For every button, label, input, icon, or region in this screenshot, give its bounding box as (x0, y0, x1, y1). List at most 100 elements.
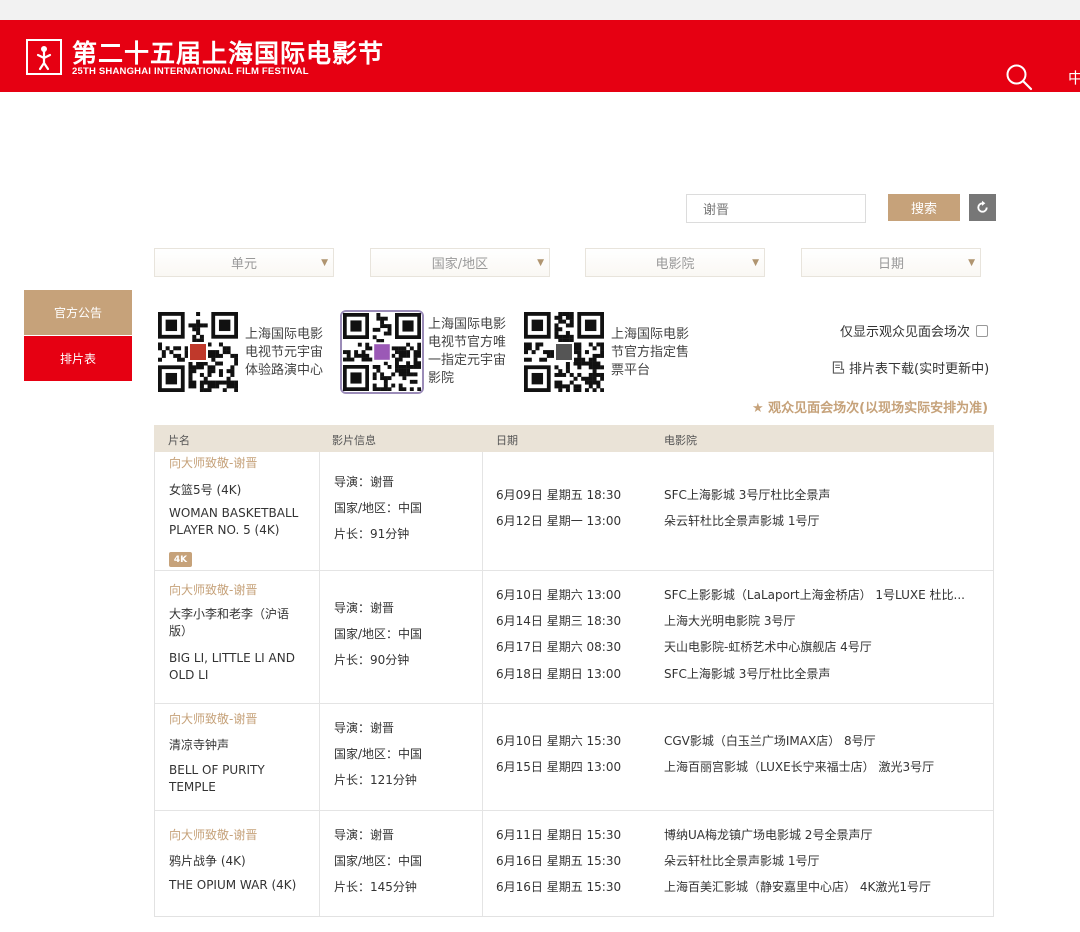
search-input[interactable] (686, 194, 866, 223)
qr-caption-line: 影院 (428, 371, 455, 386)
film-country: 国家/地区：中国 (334, 747, 423, 761)
film-title-en[interactable]: THE OPIUM WAR (4K) (169, 877, 296, 894)
film-director: 导演：谢晋 (334, 475, 395, 489)
qr-code-metaverse-center (158, 312, 238, 392)
filter-cinema[interactable]: 电影院 ▼ (585, 248, 765, 277)
film-title-cn-line: 版） (169, 624, 194, 638)
column-divider (482, 452, 483, 916)
format-badge: 4K (169, 552, 192, 567)
film-title-en-line: TEMPLE (169, 780, 216, 794)
film-country: 国家/地区：中国 (334, 627, 423, 641)
header-search-icon[interactable] (1004, 62, 1034, 92)
site-header: 第二十五届上海国际电影节 25TH SHANGHAI INTERNATIONAL… (0, 20, 1080, 92)
screening-date[interactable]: 6月16日 星期五 15:30 (496, 878, 621, 895)
top-strip (0, 0, 1080, 20)
screening-cinema[interactable]: 上海百美汇影城（静安嘉里中心店） 4K激光1号厅 (664, 878, 931, 895)
film-length: 片长：121分钟 (334, 773, 417, 787)
film-title-en[interactable]: BIG LI, LITTLE LI AND OLD LI (169, 650, 295, 684)
screening-cinema[interactable]: 天山电影院-虹桥艺术中心旗舰店 4号厅 (664, 638, 872, 655)
film-title-en-line: BELL OF PURITY (169, 763, 265, 777)
search-button[interactable]: 搜索 (888, 194, 960, 221)
brand-title-en[interactable]: 25TH SHANGHAI INTERNATIONAL FILM FESTIVA… (72, 66, 309, 77)
film-title-cn[interactable]: 女篮5号 (4K) (169, 481, 241, 498)
screening-date[interactable]: 6月18日 星期日 13:00 (496, 665, 621, 682)
screening-date[interactable]: 6月09日 星期五 18:30 (496, 486, 621, 503)
section-tag[interactable]: 向大师致敬-谢晋 (169, 826, 257, 843)
film-title-en[interactable]: BELL OF PURITY TEMPLE (169, 762, 265, 796)
screening-cinema[interactable]: SFC上影影城（LaLaport上海金桥店） 1号LUXE 杜比... (664, 586, 965, 603)
chevron-down-icon: ▼ (321, 258, 328, 268)
film-title-cn-line: 大李小李和老李（沪语 (169, 607, 290, 621)
qr-caption-line: 节官方指定售 (611, 345, 690, 360)
meet-only-toggle[interactable]: 仅显示观众见面会场次 (840, 321, 989, 340)
film-title-cn[interactable]: 鸦片战争 (4K) (169, 852, 246, 869)
screening-cinema[interactable]: SFC上海影城 3号厅杜比全景声 (664, 486, 830, 503)
film-country: 国家/地区：中国 (334, 854, 423, 868)
row-divider (155, 703, 993, 704)
qr-caption-line: 上海国际电影 (245, 327, 324, 342)
screening-date[interactable]: 6月12日 星期一 13:00 (496, 512, 621, 529)
film-director: 导演：谢晋 (334, 721, 395, 735)
qr-code-metaverse-cinema (343, 313, 421, 391)
screening-date[interactable]: 6月14日 星期三 18:30 (496, 612, 621, 629)
film-title-en-line: BIG LI, LITTLE LI AND (169, 651, 295, 665)
schedule-download-link[interactable]: 排片表下载(实时更新中) (832, 358, 989, 377)
refresh-icon (977, 200, 988, 213)
filter-country[interactable]: 国家/地区 ▼ (370, 248, 550, 277)
screening-date[interactable]: 6月11日 星期日 15:30 (496, 826, 621, 843)
meet-session-note: ★ 观众见面会场次(以现场实际安排为准) (752, 401, 989, 416)
qr-caption-3: 上海国际电影 节官方指定售 票平台 (611, 326, 689, 380)
section-tag[interactable]: 向大师致敬-谢晋 (169, 454, 257, 471)
film-director: 导演：谢晋 (334, 828, 395, 842)
screening-date[interactable]: 6月10日 星期六 15:30 (496, 732, 621, 749)
meet-only-checkbox[interactable] (976, 324, 989, 337)
filter-country-label: 国家/地区 (431, 257, 489, 272)
film-title-cn[interactable]: 清凉寺钟声 (169, 736, 229, 753)
screening-date[interactable]: 6月17日 星期六 08:30 (496, 638, 621, 655)
screening-cinema[interactable]: 上海大光明电影院 3号厅 (664, 612, 795, 629)
qr-caption-line: 上海国际电影 (611, 327, 690, 342)
filter-date[interactable]: 日期 ▼ (801, 248, 981, 277)
schedule-download-label: 排片表下载(实时更新中) (849, 362, 990, 377)
qr-caption-1: 上海国际电影 电视节元宇宙 体验路演中心 (245, 326, 323, 380)
meet-only-label: 仅显示观众见面会场次 (840, 325, 971, 340)
film-country: 国家/地区：中国 (334, 501, 423, 515)
screening-date[interactable]: 6月16日 星期五 15:30 (496, 852, 621, 869)
chevron-down-icon: ▼ (752, 258, 759, 268)
filter-unit[interactable]: 单元 ▼ (154, 248, 334, 277)
screening-date[interactable]: 6月15日 星期四 13:00 (496, 758, 621, 775)
screening-cinema[interactable]: 朵云轩杜比全景声影城 1号厅 (664, 512, 819, 529)
column-divider (319, 452, 320, 916)
film-title-en[interactable]: WOMAN BASKETBALL PLAYER NO. 5 (4K) (169, 505, 298, 539)
section-tag[interactable]: 向大师致敬-谢晋 (169, 710, 257, 727)
sidebar-item-notice[interactable]: 官方公告 (24, 290, 132, 335)
th-title: 片名 (168, 434, 190, 447)
qr-caption-2: 上海国际电影 电视节官方唯 一指定元宇宙 影院 (428, 316, 506, 388)
sidebar-item-schedule[interactable]: 排片表 (24, 336, 132, 381)
refresh-button[interactable] (969, 194, 996, 221)
screening-cinema[interactable]: SFC上海影城 3号厅杜比全景声 (664, 665, 830, 682)
film-title-en-line: PLAYER NO. 5 (4K) (169, 523, 280, 537)
film-director: 导演：谢晋 (334, 601, 395, 615)
film-length: 片长：90分钟 (334, 653, 410, 667)
film-title-cn[interactable]: 大李小李和老李（沪语 版） (169, 606, 289, 640)
chevron-down-icon: ▼ (537, 258, 544, 268)
screening-cinema[interactable]: CGV影城（白玉兰广场IMAX店） 8号厅 (664, 732, 876, 749)
language-switch[interactable]: 中 (1068, 67, 1080, 88)
qr-caption-line: 体验路演中心 (245, 363, 324, 378)
section-tag[interactable]: 向大师致敬-谢晋 (169, 581, 257, 598)
table-header: 片名 影片信息 日期 电影院 (154, 425, 994, 452)
screening-date[interactable]: 6月10日 星期六 13:00 (496, 586, 621, 603)
qr-caption-line: 电视节元宇宙 (245, 345, 324, 360)
th-cinema: 电影院 (664, 434, 697, 447)
film-length: 片长：145分钟 (334, 880, 417, 894)
festival-logo-icon[interactable] (26, 39, 62, 75)
screening-cinema[interactable]: 博纳UA梅龙镇广场电影城 2号全景声厅 (664, 826, 872, 843)
filter-date-label: 日期 (877, 257, 904, 272)
film-length: 片长：91分钟 (334, 527, 410, 541)
brand-title-cn[interactable]: 第二十五届上海国际电影节 (72, 34, 384, 70)
th-date: 日期 (496, 434, 518, 447)
screening-cinema[interactable]: 上海百丽宫影城（LUXE长宁来福士店） 激光3号厅 (664, 758, 934, 775)
row-divider (155, 570, 993, 571)
screening-cinema[interactable]: 朵云轩杜比全景声影城 1号厅 (664, 852, 819, 869)
